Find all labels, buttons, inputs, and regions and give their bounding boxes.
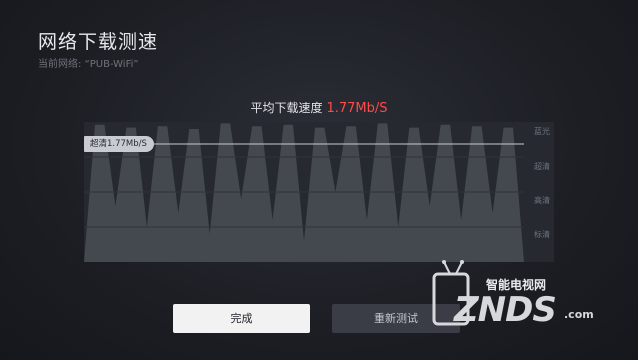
watermark-en-text: ZNDS	[454, 290, 557, 330]
watermark-com-text: .com	[564, 308, 594, 321]
tier-label-sd: 标清	[534, 230, 550, 239]
average-speed-row: 平均下载速度 1.77Mb/S	[0, 99, 638, 116]
tier-label-hd: 高清	[534, 196, 550, 205]
average-speed-label: 平均下载速度	[250, 101, 323, 115]
speed-chart-svg	[84, 122, 554, 262]
speed-chart: 蓝光 超清 高清 标清 超清1.77Mb/S	[84, 122, 554, 262]
done-button[interactable]: 完成	[173, 304, 310, 333]
current-network-label: 当前网络: “PUB-WiFi”	[38, 59, 139, 70]
average-speed-value: 1.77Mb/S	[326, 101, 388, 116]
znds-watermark-logo: 智能电视网 ZNDS .com	[428, 256, 603, 336]
tier-label-bluray: 蓝光	[534, 127, 550, 136]
tier-label-super-hd: 超清	[534, 162, 550, 171]
page-title: 网络下载测速	[38, 31, 159, 53]
speed-marker-tag: 超清1.77Mb/S	[84, 136, 154, 152]
